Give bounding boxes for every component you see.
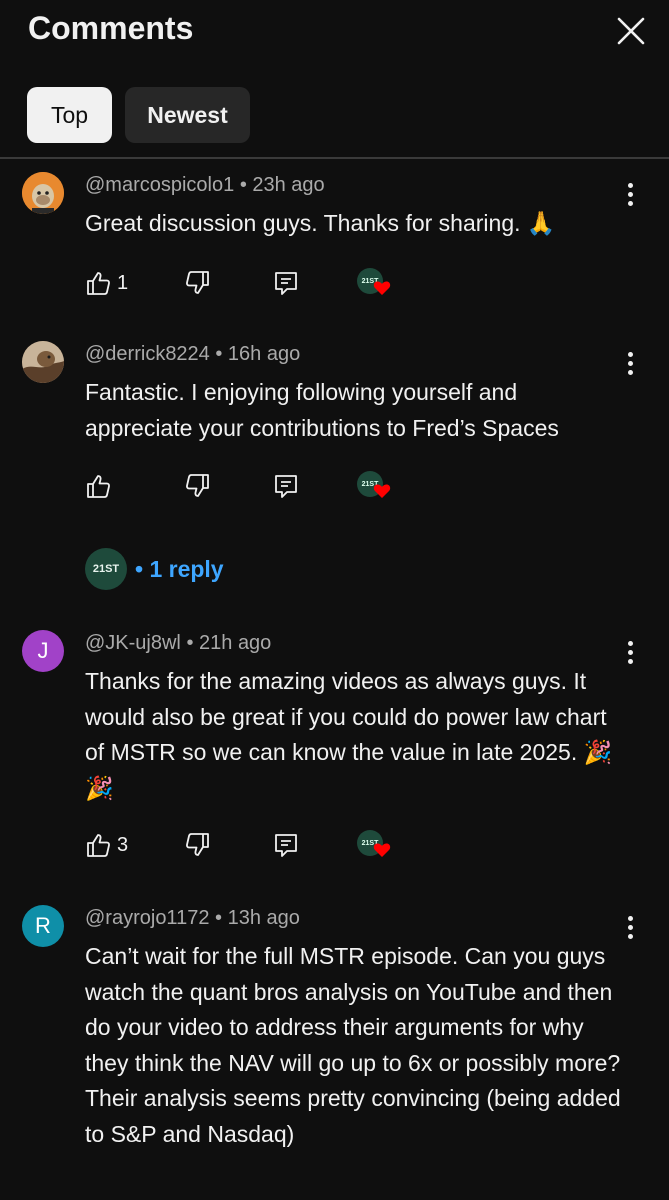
thumbs-up-icon (87, 834, 110, 857)
more-options-button[interactable] (618, 176, 642, 212)
kebab-dot (627, 924, 633, 930)
comment-author[interactable]: @marcospicolo1 (85, 174, 234, 196)
photo-avatar-icon (22, 341, 64, 383)
heart-icon (373, 484, 391, 498)
kebab-dot (627, 933, 633, 939)
reply-comment-icon (275, 272, 297, 295)
comment-meta: @derrick8224 • 16h ago (85, 343, 300, 366)
avatar[interactable]: J (22, 630, 64, 672)
thumbs-down-icon (186, 474, 209, 497)
comments-header: Comments (0, 0, 669, 62)
avatar-letter: J (37, 638, 49, 663)
replies-count: • 1 reply (135, 555, 224, 582)
channel-avatar: 21ST (85, 548, 127, 590)
creator-heart-badge: 21ST (357, 830, 391, 864)
close-button[interactable] (612, 12, 650, 50)
kebab-dot (627, 915, 633, 921)
thumbs-down-icon (186, 833, 209, 856)
avatar-letter: R (35, 913, 51, 938)
comment-actions: 21ST (85, 471, 415, 501)
close-icon (617, 17, 645, 45)
page-title: Comments (28, 10, 194, 46)
kebab-dot (627, 640, 633, 646)
dislike-button[interactable] (185, 830, 211, 860)
comment-actions: 1 21ST (85, 268, 415, 298)
kebab-dot (627, 200, 633, 206)
kebab-dot (627, 360, 633, 366)
reply-button[interactable] (273, 268, 299, 298)
dislike-button[interactable] (185, 268, 211, 298)
comment-text: Thanks for the amazing videos as always … (85, 668, 613, 801)
tab-top[interactable]: Top (27, 87, 112, 143)
comment-actions: 3 21ST (85, 830, 415, 860)
comment-meta: @JK-uj8wl • 21h ago (85, 632, 271, 655)
comment-time: • 21h ago (186, 632, 272, 654)
kebab-dot (627, 182, 633, 188)
like-count: 1 (117, 271, 129, 294)
heart-icon (373, 281, 391, 295)
comment-text: Fantastic. I enjoying following yourself… (85, 379, 559, 441)
comment-item: J @JK-uj8wl • 21h ago Thanks for the ama… (0, 630, 669, 870)
more-options-button[interactable] (618, 634, 642, 670)
comment-meta: @rayrojo1172 • 13h ago (85, 907, 300, 930)
more-options-button[interactable] (618, 909, 642, 945)
like-button[interactable]: 3 (85, 830, 128, 860)
comment-item: R @rayrojo1172 • 13h ago Can’t wait for … (0, 905, 669, 1200)
avatar[interactable]: R (22, 905, 64, 947)
kebab-dot (627, 658, 633, 664)
comment-item: @marcospicolo1 • 23h ago Great discussio… (0, 172, 669, 312)
reply-comment-icon (275, 834, 297, 857)
avatar[interactable] (22, 172, 64, 214)
more-options-button[interactable] (618, 345, 642, 381)
ape-avatar-icon (22, 172, 64, 214)
kebab-dot (627, 649, 633, 655)
thumbs-down-icon (186, 271, 209, 294)
avatar[interactable] (22, 341, 64, 383)
like-count: 3 (117, 833, 129, 856)
comment-text: Can’t wait for the full MSTR episode. Ca… (85, 943, 621, 1147)
reply-button[interactable] (273, 830, 299, 860)
creator-heart-badge: 21ST (357, 268, 391, 302)
like-button[interactable] (85, 471, 117, 501)
thumbs-up-icon (87, 475, 110, 498)
divider (0, 157, 669, 159)
comment-meta: @marcospicolo1 • 23h ago (85, 174, 325, 197)
kebab-dot (627, 369, 633, 375)
dislike-button[interactable] (185, 471, 211, 501)
comment-time: • 13h ago (215, 907, 300, 929)
comment-text: Great discussion guys. Thanks for sharin… (85, 210, 556, 236)
heart-icon (373, 843, 391, 857)
comment-author[interactable]: @derrick8224 (85, 343, 210, 365)
comment-time: • 16h ago (215, 343, 301, 365)
reply-comment-icon (275, 475, 297, 498)
thumbs-up-icon (87, 272, 110, 295)
comment-time: • 23h ago (239, 174, 325, 196)
sort-tabs: Top Newest (0, 87, 669, 143)
tab-newest[interactable]: Newest (125, 87, 250, 143)
comment-author[interactable]: @JK-uj8wl (85, 632, 181, 654)
like-button[interactable]: 1 (85, 268, 128, 298)
kebab-dot (627, 351, 633, 357)
view-replies-button[interactable]: 21ST • 1 reply (85, 548, 224, 590)
reply-button[interactable] (273, 471, 299, 501)
kebab-dot (627, 191, 633, 197)
creator-heart-badge: 21ST (357, 471, 391, 505)
comment-author[interactable]: @rayrojo1172 (85, 907, 209, 929)
